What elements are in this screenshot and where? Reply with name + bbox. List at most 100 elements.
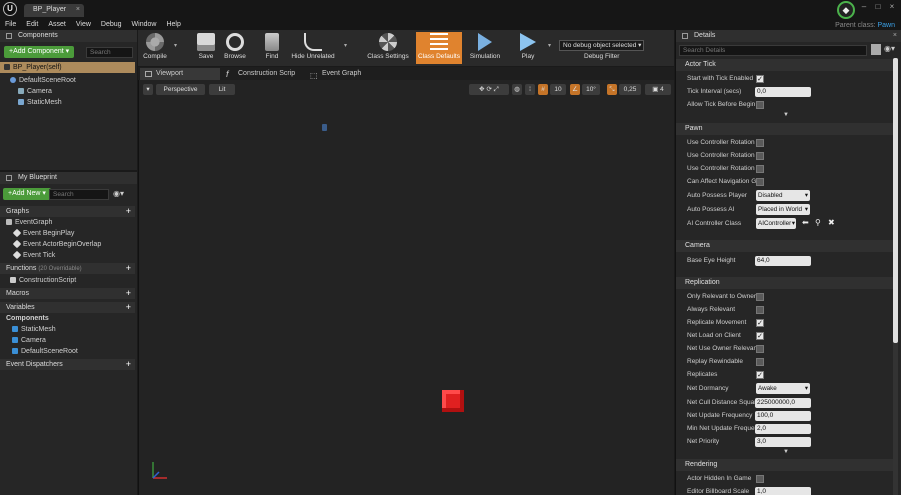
- menu-file[interactable]: File: [0, 19, 21, 30]
- document-tab[interactable]: BP_Player ×: [24, 4, 84, 17]
- net-dormancy-select[interactable]: Awake ▾: [756, 383, 810, 394]
- components-search-input[interactable]: Search: [86, 47, 133, 58]
- viewport[interactable]: ▾ Perspective Lit ✥ ⟳ ⤢ ◍ ⁞ # 10 ∠ 10° ⤡…: [138, 80, 674, 495]
- scale-snap-icon[interactable]: ⤡: [607, 84, 617, 95]
- compile-button[interactable]: Compile: [140, 32, 170, 64]
- browse-magnifier-icon[interactable]: ⚲: [815, 218, 821, 227]
- functions-section[interactable]: Functions (20 Overridable) +: [0, 263, 135, 274]
- var-defaultsceneroot-item[interactable]: DefaultSceneRoot: [12, 347, 78, 357]
- camera-speed-button[interactable]: ▣ 4: [645, 84, 671, 95]
- simulation-button[interactable]: Simulation: [468, 32, 502, 64]
- maximize-button[interactable]: □: [871, 2, 885, 13]
- add-macro-icon[interactable]: +: [126, 288, 131, 299]
- add-function-icon[interactable]: +: [126, 263, 131, 274]
- eventgraph-item[interactable]: EventGraph: [6, 218, 52, 228]
- unreal-logo-icon[interactable]: U: [3, 2, 17, 16]
- use-selected-arrow-icon[interactable]: ⬅: [802, 218, 809, 227]
- transform-tools-icon[interactable]: ✥ ⟳ ⤢: [469, 84, 509, 95]
- use-ctrl-rot-roll-checkbox[interactable]: [756, 165, 764, 173]
- grid-snap-value[interactable]: 10: [550, 84, 566, 95]
- menu-view[interactable]: View: [71, 19, 96, 30]
- add-component-button[interactable]: +Add Component ▾: [4, 46, 75, 58]
- net-load-on-client-checkbox[interactable]: ✓: [756, 332, 764, 340]
- add-new-button[interactable]: +Add New ▾: [3, 188, 51, 200]
- compile-dropdown-icon[interactable]: ▾: [174, 42, 177, 49]
- tree-item-self[interactable]: BP_Player(self): [0, 62, 135, 73]
- rotation-snap-value[interactable]: 10°: [582, 84, 600, 95]
- menu-asset[interactable]: Asset: [43, 19, 71, 30]
- source-control-icon[interactable]: ◆: [837, 1, 855, 19]
- advanced-expander-icon[interactable]: ▼: [783, 112, 789, 118]
- grid-snap-icon[interactable]: #: [538, 84, 548, 95]
- class-defaults-button[interactable]: Class Defaults: [416, 32, 462, 64]
- property-matrix-icon[interactable]: [871, 44, 881, 55]
- menu-edit[interactable]: Edit: [21, 19, 43, 30]
- event-actorbeginoverlap-item[interactable]: Event ActorBeginOverlap: [12, 239, 101, 250]
- replicate-movement-checkbox[interactable]: ✓: [756, 319, 764, 327]
- category-actor-tick[interactable]: Actor Tick: [676, 59, 896, 71]
- viewport-options-button[interactable]: ▾: [143, 84, 153, 95]
- net-use-owner-relevancy-checkbox[interactable]: [756, 345, 764, 353]
- category-rendering[interactable]: Rendering: [676, 459, 896, 471]
- auto-possess-player-select[interactable]: Disabled ▾: [756, 190, 810, 201]
- menu-debug[interactable]: Debug: [96, 19, 127, 30]
- category-pawn[interactable]: Pawn: [676, 123, 896, 135]
- components-vars-header[interactable]: Components: [6, 314, 49, 324]
- camera-component-icon[interactable]: [322, 124, 327, 131]
- eye-icon[interactable]: ◉▾: [113, 189, 124, 198]
- lit-button[interactable]: Lit: [209, 84, 235, 95]
- parent-class-link[interactable]: Pawn: [877, 22, 895, 29]
- replication-advanced-expander-icon[interactable]: ▼: [783, 449, 789, 455]
- play-button[interactable]: Play: [516, 32, 540, 64]
- details-eye-icon[interactable]: ◉▾: [884, 44, 895, 53]
- world-local-icon[interactable]: ◍: [512, 84, 522, 95]
- add-variable-icon[interactable]: +: [126, 302, 131, 313]
- net-cull-distance-input[interactable]: 225000000,0: [755, 398, 811, 408]
- auto-possess-ai-select[interactable]: Placed in World ▾: [756, 204, 810, 215]
- perspective-button[interactable]: Perspective: [156, 84, 205, 95]
- category-replication[interactable]: Replication: [676, 277, 896, 289]
- find-button[interactable]: Find: [260, 32, 284, 64]
- actor-hidden-in-game-checkbox[interactable]: [756, 475, 764, 483]
- tab-event-graph[interactable]: ⬚ Event Graph: [306, 68, 386, 80]
- graphs-section[interactable]: Graphs +: [0, 206, 135, 217]
- class-settings-button[interactable]: Class Settings: [364, 32, 412, 64]
- tree-item-camera[interactable]: Camera: [18, 87, 52, 97]
- static-mesh-cube[interactable]: [442, 390, 464, 412]
- clear-x-icon[interactable]: ✖: [828, 218, 835, 227]
- details-scrollbar-thumb[interactable]: [893, 58, 898, 343]
- tab-construction-script[interactable]: f Construction Scrip: [222, 68, 306, 80]
- event-tick-item[interactable]: Event Tick: [12, 250, 55, 261]
- ai-controller-class-select[interactable]: AIController ▾: [756, 218, 796, 229]
- browse-button[interactable]: Browse: [222, 32, 248, 64]
- my-blueprint-search-input[interactable]: Search: [49, 189, 109, 200]
- tree-item-defaultsceneroot[interactable]: DefaultSceneRoot: [10, 76, 76, 86]
- use-ctrl-rot-yaw-checkbox[interactable]: [756, 152, 764, 160]
- start-with-tick-checkbox[interactable]: ✓: [756, 75, 764, 83]
- net-priority-input[interactable]: 3,0: [755, 437, 811, 447]
- debug-object-select[interactable]: No debug object selected ▾: [559, 40, 644, 51]
- macros-section[interactable]: Macros +: [0, 288, 135, 299]
- menu-help[interactable]: Help: [161, 19, 185, 30]
- hide-unrelated-button[interactable]: Hide Unrelated: [290, 32, 336, 64]
- tree-item-staticmesh[interactable]: StaticMesh: [18, 98, 62, 108]
- tick-interval-input[interactable]: 0,0: [755, 87, 811, 97]
- add-graph-icon[interactable]: +: [126, 206, 131, 217]
- minimize-button[interactable]: –: [857, 2, 871, 13]
- var-staticmesh-item[interactable]: StaticMesh: [12, 325, 56, 335]
- rotation-snap-icon[interactable]: ∠: [570, 84, 580, 95]
- constructionscript-item[interactable]: ConstructionScript: [10, 276, 76, 286]
- save-button[interactable]: Save: [194, 32, 218, 64]
- add-dispatcher-icon[interactable]: +: [126, 359, 131, 370]
- replicates-checkbox[interactable]: ✓: [756, 371, 764, 379]
- always-relevant-checkbox[interactable]: [756, 306, 764, 314]
- replay-rewindable-checkbox[interactable]: [756, 358, 764, 366]
- can-affect-nav-checkbox[interactable]: [756, 178, 764, 186]
- net-update-frequency-input[interactable]: 100,0: [755, 411, 811, 421]
- base-eye-height-input[interactable]: 64,0: [755, 256, 811, 266]
- close-tab-icon[interactable]: ×: [76, 6, 80, 13]
- allow-tick-before-begin-checkbox[interactable]: [756, 101, 764, 109]
- details-search-input[interactable]: Search Details: [679, 45, 867, 56]
- close-details-icon[interactable]: ×: [893, 30, 897, 42]
- hide-unrelated-dropdown-icon[interactable]: ▾: [344, 42, 347, 49]
